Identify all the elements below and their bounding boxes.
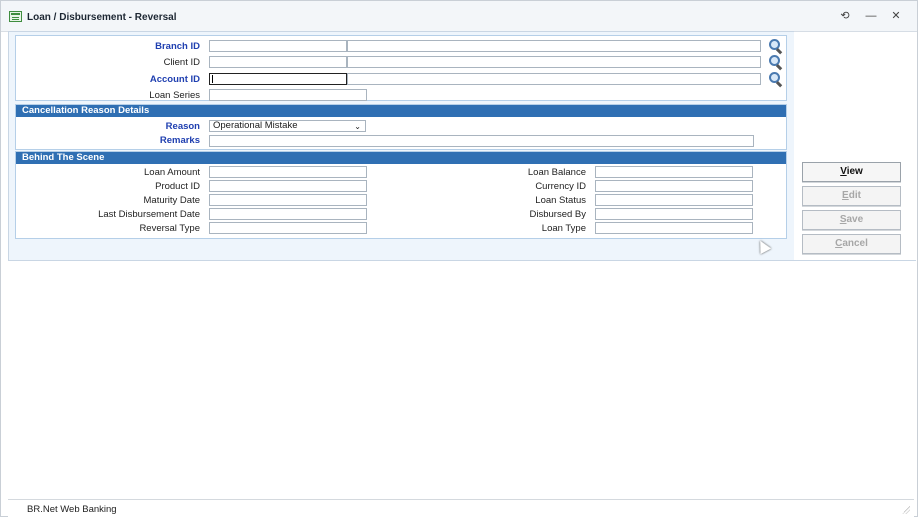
client-id-label: Client ID — [163, 57, 200, 68]
reversal-type-field — [209, 222, 367, 234]
window-title: Loan / Disbursement - Reversal — [27, 12, 177, 23]
cancel-button[interactable]: Cancel — [802, 234, 901, 254]
remarks-label: Remarks — [159, 135, 200, 146]
resize-grip-icon[interactable] — [902, 506, 910, 514]
product-id-label: Product ID — [155, 181, 200, 192]
loan-status-label: Loan Status — [535, 195, 586, 206]
account-id-input[interactable] — [209, 73, 347, 85]
account-id-label: Account ID — [149, 74, 200, 85]
form-icon — [9, 11, 22, 22]
close-icon[interactable]: ✕ — [889, 10, 903, 22]
branch-search-icon[interactable] — [769, 39, 783, 55]
currency-id-field — [595, 180, 753, 192]
cancellation-section-header: Cancellation Reason Details — [16, 105, 786, 117]
branch-id-label: Branch ID — [155, 41, 200, 52]
title-bar: Loan / Disbursement - Reversal ⟲ — ✕ — [1, 1, 917, 32]
account-name-field — [347, 73, 761, 85]
currency-id-label: Currency ID — [535, 181, 586, 192]
client-search-icon[interactable] — [769, 55, 783, 71]
client-id-input[interactable] — [209, 56, 347, 68]
loan-type-label: Loan Type — [541, 223, 586, 234]
edit-label: dit — [848, 190, 861, 201]
minimize-icon[interactable]: — — [864, 10, 878, 22]
save-label: ave — [846, 214, 864, 225]
client-name-field — [347, 56, 761, 68]
loan-series-field[interactable] — [209, 89, 367, 101]
save-button[interactable]: Save — [802, 210, 901, 230]
reason-selected-value: Operational Mistake — [213, 120, 298, 131]
app-window: Loan / Disbursement - Reversal ⟲ — ✕ Bra… — [0, 0, 918, 517]
chevron-down-icon: ⌄ — [354, 122, 361, 131]
branch-name-field — [347, 40, 761, 52]
reason-select[interactable]: Operational Mistake ⌄ — [209, 120, 366, 132]
product-id-field — [209, 180, 367, 192]
disbursed-by-field — [595, 208, 753, 220]
reversal-type-label: Reversal Type — [139, 223, 200, 234]
disbursed-by-label: Disbursed By — [529, 209, 587, 220]
loan-series-label: Loan Series — [149, 90, 200, 101]
loan-amount-label: Loan Amount — [144, 167, 200, 178]
loan-balance-field — [595, 166, 753, 178]
loan-balance-label: Loan Balance — [527, 167, 586, 178]
behind-scene-panel: Behind The Scene Loan Amount Loan Balanc… — [15, 151, 787, 239]
last-disbursement-date-field — [209, 208, 367, 220]
account-panel: Branch ID Client ID Account ID Loan Seri… — [15, 35, 787, 101]
maturity-date-field — [209, 194, 367, 206]
last-disbursement-date-label: Last Disbursement Date — [98, 209, 200, 220]
loan-type-field — [595, 222, 753, 234]
edit-accesskey: E — [842, 190, 849, 201]
refresh-icon[interactable]: ⟲ — [838, 10, 852, 22]
branch-id-input[interactable] — [209, 40, 347, 52]
cancellation-panel: Cancellation Reason Details Reason Opera… — [15, 104, 787, 150]
loan-status-field — [595, 194, 753, 206]
behind-scene-section-header: Behind The Scene — [16, 152, 786, 164]
account-search-icon[interactable] — [769, 72, 783, 88]
cancel-label: ancel — [842, 238, 868, 249]
edit-button[interactable]: Edit — [802, 186, 901, 206]
view-label: iew — [846, 166, 863, 177]
loan-amount-field — [209, 166, 367, 178]
reason-label: Reason — [165, 121, 200, 132]
maturity-date-label: Maturity Date — [143, 195, 201, 206]
view-button[interactable]: View — [802, 162, 901, 182]
status-bar: BR.Net Web Banking — [8, 499, 914, 517]
remarks-input[interactable] — [209, 135, 754, 147]
form-area: Branch ID Client ID Account ID Loan Seri… — [8, 31, 795, 261]
status-text: BR.Net Web Banking — [27, 504, 117, 515]
